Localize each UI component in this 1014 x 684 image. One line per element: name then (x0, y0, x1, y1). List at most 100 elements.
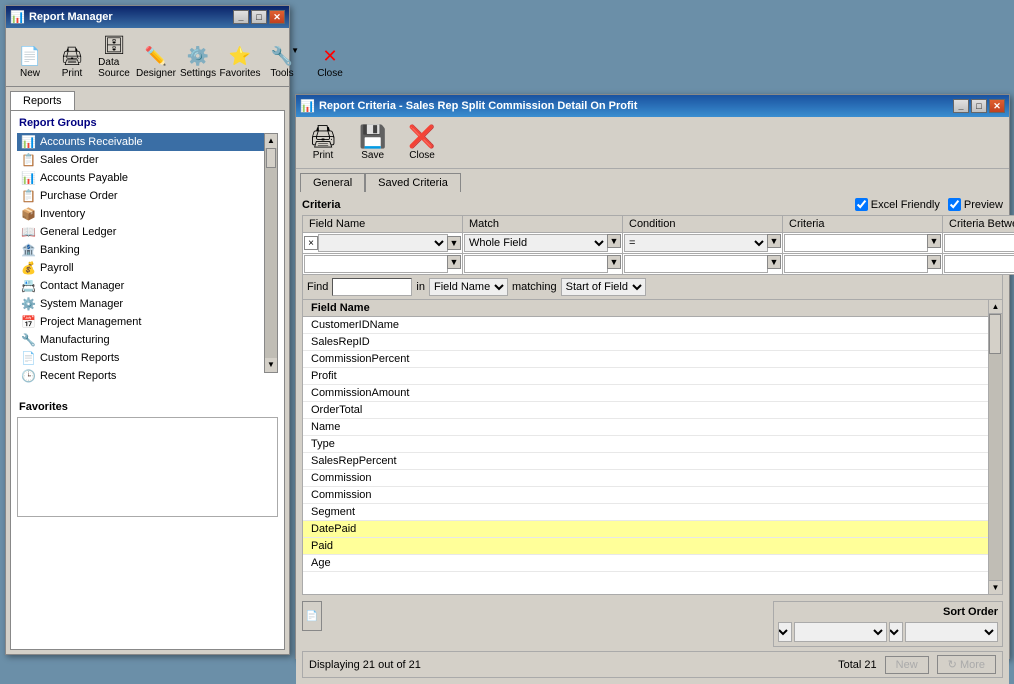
tree-item-sales-order[interactable]: 📋 Sales Order (17, 151, 264, 169)
field-item-customeridname[interactable]: CustomerIDName (303, 317, 988, 334)
matching-select[interactable]: Start of Field Any Part Whole Field End … (561, 278, 646, 296)
tree-item-banking[interactable]: 🏦 Banking (17, 241, 264, 259)
sm-label: System Manager (40, 298, 123, 310)
page-btn[interactable]: 📄 (302, 601, 322, 631)
scroll-down-btn[interactable]: ▼ (265, 358, 277, 372)
criteria-maximize-btn[interactable]: □ (971, 99, 987, 113)
maximize-btn[interactable]: □ (251, 10, 267, 24)
tree-scrollbar[interactable]: ▲ ▼ (264, 133, 278, 373)
new-btn[interactable]: New (885, 656, 929, 674)
sort-select-2-arrow[interactable]: ▼ (889, 622, 903, 642)
report-manager-title: Report Manager (29, 11, 113, 23)
rc-tab-saved-criteria[interactable]: Saved Criteria (365, 173, 461, 192)
sort-select-1-arrow[interactable]: ▼ (778, 622, 792, 642)
excel-friendly-checkbox[interactable] (855, 198, 868, 211)
row1-field-dd[interactable]: ▼ (447, 236, 461, 250)
window-close-btn[interactable]: ✕ (269, 10, 285, 24)
minimize-btn[interactable]: _ (233, 10, 249, 24)
toolbar-print-btn[interactable]: 🖨 Print (52, 43, 92, 82)
rc-tab-general[interactable]: General (300, 173, 365, 192)
field-item-commission2[interactable]: Commission (303, 487, 988, 504)
matching-label: matching (512, 281, 557, 293)
row2-cb-input[interactable] (944, 255, 1014, 273)
fl-scroll-up[interactable]: ▲ (989, 300, 1002, 314)
row1-crit-dd[interactable]: ▼ (927, 234, 941, 248)
find-input[interactable] (332, 278, 412, 296)
row1-match: Whole Field Any Part ▼ (463, 233, 623, 254)
criteria-close-btn[interactable]: ✕ (989, 99, 1005, 113)
rc-close-btn[interactable]: ❌ Close (399, 121, 444, 164)
row2-match-input[interactable] (464, 255, 608, 273)
toolbar-new-btn[interactable]: 📄 New (10, 43, 50, 82)
field-item-datepaid[interactable]: DatePaid (303, 521, 988, 538)
field-item-commissionpercent[interactable]: CommissionPercent (303, 351, 988, 368)
toolbar-tools-btn[interactable]: 🔧 Tools ▼ (262, 43, 302, 82)
more-btn[interactable]: ↻ More (937, 655, 996, 674)
new-label: New (20, 68, 40, 79)
field-item-ordertotal[interactable]: OrderTotal (303, 402, 988, 419)
tree-item-system-manager[interactable]: ⚙️ System Manager (17, 295, 264, 313)
row1-match-dd[interactable]: ▼ (607, 234, 621, 248)
field-item-paid[interactable]: Paid (303, 538, 988, 555)
field-item-commissionamount[interactable]: CommissionAmount (303, 385, 988, 402)
row2-crit-dd[interactable]: ▼ (927, 255, 941, 269)
toolbar-favorites-btn[interactable]: ⭐ Favorites (220, 43, 260, 82)
tree-item-custom-reports[interactable]: 📄 Custom Reports (17, 349, 264, 367)
row2-match-dd[interactable]: ▼ (607, 255, 621, 269)
search-in-select[interactable]: Field Name Value (429, 278, 508, 296)
toolbar-settings-btn[interactable]: ⚙️ Settings (178, 43, 218, 82)
tree-item-accounts-receivable[interactable]: 📊 Accounts Receivable (17, 133, 264, 151)
field-item-age[interactable]: Age (303, 555, 988, 572)
report-manager-tabs: Reports (6, 87, 289, 110)
gl-label: General Ledger (40, 226, 116, 238)
report-manager-title-bar[interactable]: 📊 Report Manager _ □ ✕ (6, 6, 289, 28)
row2-field-input[interactable] (304, 255, 448, 273)
tree-item-contact-manager[interactable]: 📇 Contact Manager (17, 277, 264, 295)
tree-item-general-ledger[interactable]: 📖 General Ledger (17, 223, 264, 241)
rc-print-btn[interactable]: 🖨 Print (300, 121, 346, 164)
tree-item-project-management[interactable]: 📅 Project Management (17, 313, 264, 331)
row1-x-btn[interactable]: × (304, 236, 318, 250)
row2-field-dd[interactable]: ▼ (447, 255, 461, 269)
toolbar-close-btn[interactable]: ✕ Close (310, 43, 350, 82)
preview-checkbox[interactable] (948, 198, 961, 211)
row2-crit-input[interactable] (784, 255, 928, 273)
field-item-commission1[interactable]: Commission (303, 470, 988, 487)
field-item-name[interactable]: Name (303, 419, 988, 436)
row1-match-select[interactable]: Whole Field Any Part (464, 234, 608, 252)
tree-item-accounts-payable[interactable]: 📊 Accounts Payable (17, 169, 264, 187)
report-manager-toolbar: 📄 New 🖨 Print 🗄 Data Source ✏️ Designer … (6, 28, 289, 87)
scroll-up-btn[interactable]: ▲ (265, 134, 277, 148)
reports-tab[interactable]: Reports (10, 91, 75, 110)
tree-item-payroll[interactable]: 💰 Payroll (17, 259, 264, 277)
field-item-type[interactable]: Type (303, 436, 988, 453)
tree-item-manufacturing[interactable]: 🔧 Manufacturing (17, 331, 264, 349)
tree-item-inventory[interactable]: 📦 Inventory (17, 205, 264, 223)
row1-cond-select[interactable]: = <> (624, 234, 768, 252)
tree-item-purchase-order[interactable]: 📋 Purchase Order (17, 187, 264, 205)
mfg-label: Manufacturing (40, 334, 110, 346)
row1-field-select[interactable] (318, 234, 448, 252)
rc-save-btn[interactable]: 💾 Save (350, 121, 395, 164)
row2-cond-dd[interactable]: ▼ (767, 255, 781, 269)
field-item-salesreppercent[interactable]: SalesRepPercent (303, 453, 988, 470)
report-criteria-title-bar[interactable]: 📊 Report Criteria - Sales Rep Split Comm… (296, 95, 1009, 117)
row1-criteria-input[interactable] (784, 234, 928, 252)
criteria-minimize-btn[interactable]: _ (953, 99, 969, 113)
close-icon: ✕ (322, 46, 337, 67)
row2-field-ctrl: ▼ (304, 255, 461, 273)
excel-friendly-label: Excel Friendly (855, 198, 940, 211)
field-item-segment[interactable]: Segment (303, 504, 988, 521)
field-item-profit[interactable]: Profit (303, 368, 988, 385)
more-label: More (960, 659, 985, 671)
row2-cond-input[interactable] (624, 255, 768, 273)
toolbar-datasource-btn[interactable]: 🗄 Data Source (94, 32, 134, 82)
row1-cb-input[interactable] (944, 234, 1014, 252)
toolbar-designer-btn[interactable]: ✏️ Designer (136, 43, 176, 82)
sort-select-1[interactable] (794, 622, 887, 642)
field-item-salesrepid[interactable]: SalesRepID (303, 334, 988, 351)
sort-select-2[interactable] (905, 622, 998, 642)
row1-cond-dd[interactable]: ▼ (767, 234, 781, 248)
tree-item-recent-reports[interactable]: 🕒 Recent Reports (17, 367, 264, 385)
fl-scroll-down[interactable]: ▼ (989, 580, 1002, 594)
